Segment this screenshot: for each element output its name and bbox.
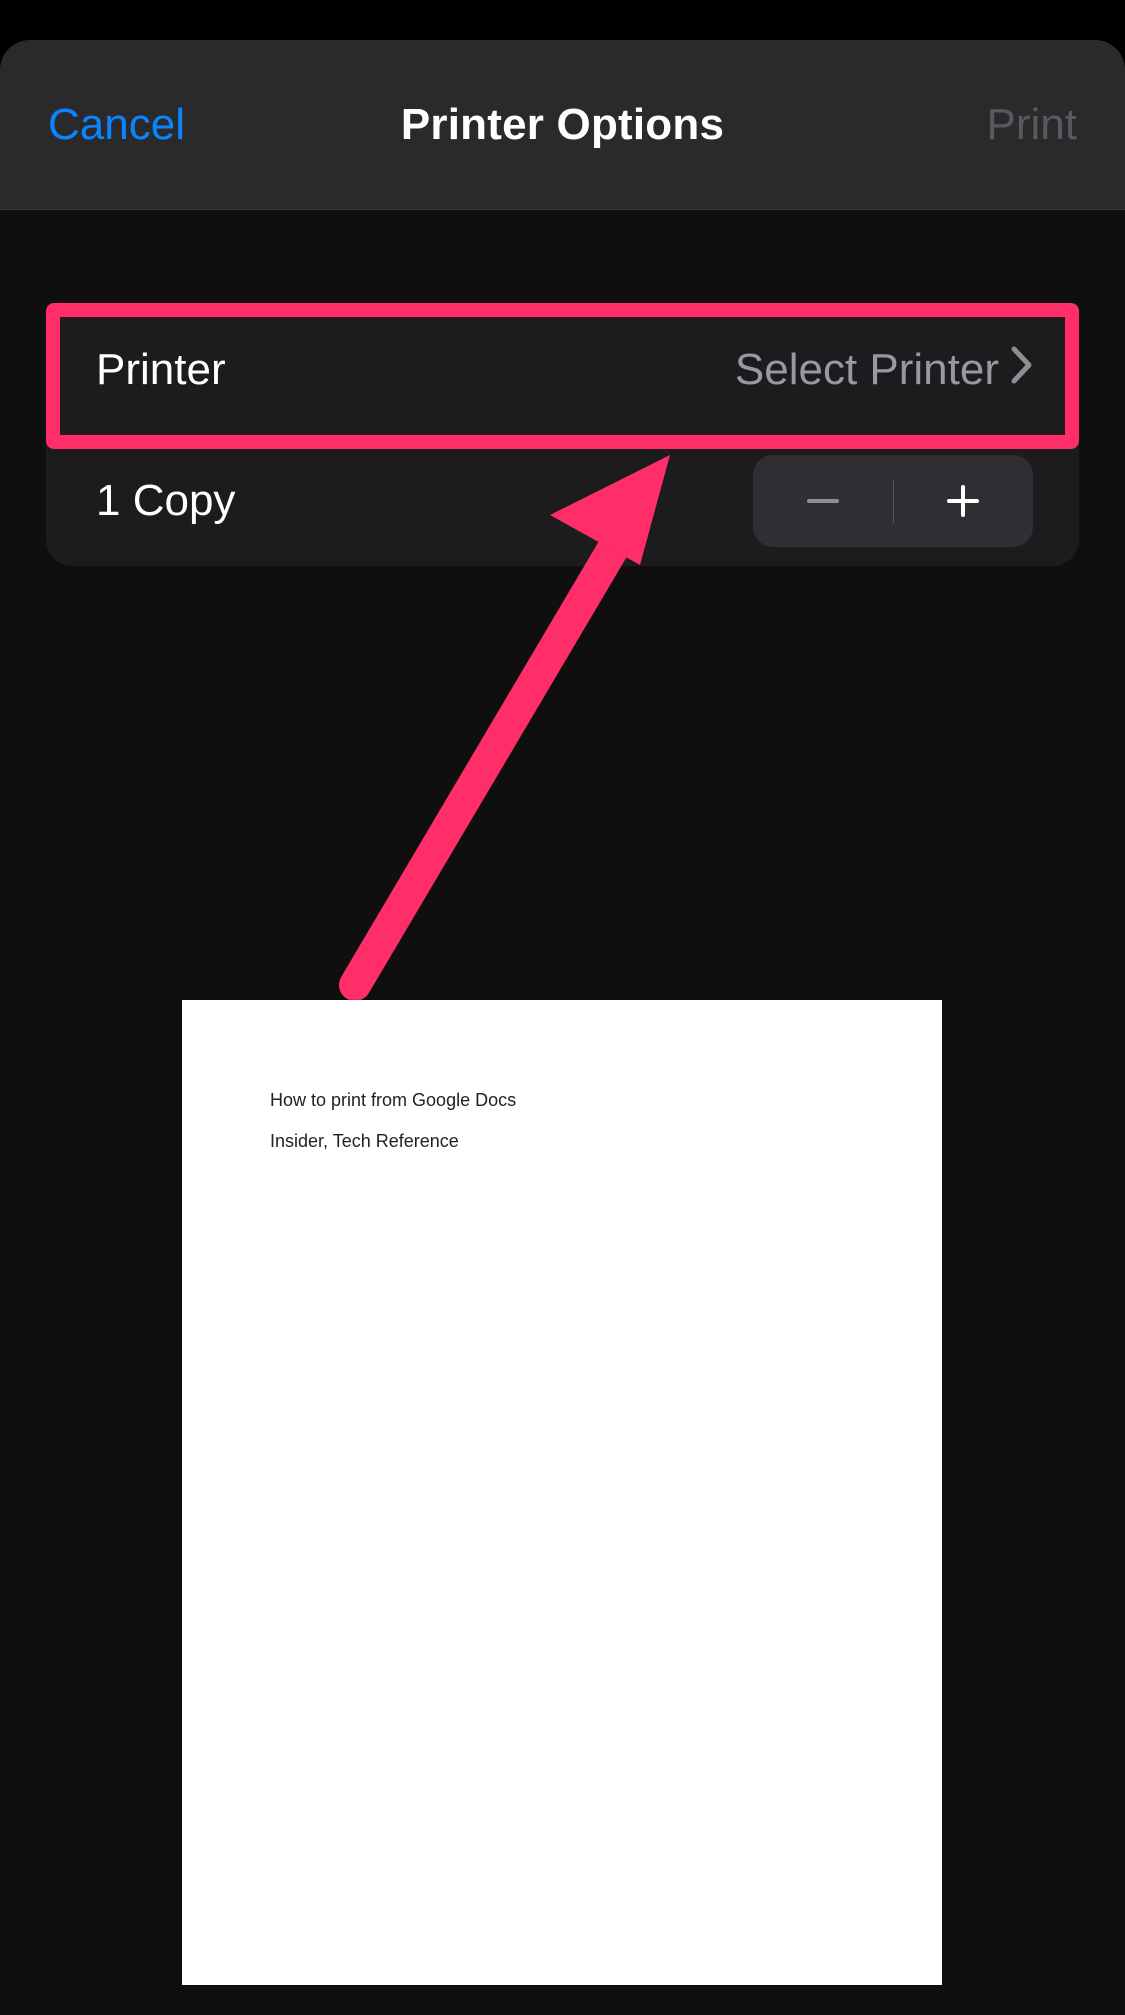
options-group: Printer Select Printer 1 Copy bbox=[46, 305, 1079, 566]
printer-row[interactable]: Printer Select Printer bbox=[46, 305, 1079, 435]
printer-value-text: Select Printer bbox=[735, 345, 999, 395]
print-preview: How to print from Google Docs Insider, T… bbox=[182, 1000, 942, 2015]
copies-row: 1 Copy bbox=[46, 436, 1079, 566]
preview-page[interactable]: How to print from Google Docs Insider, T… bbox=[182, 1000, 942, 1985]
print-options-sheet: Cancel Printer Options Print Printer Sel… bbox=[0, 40, 1125, 2015]
cancel-button[interactable]: Cancel bbox=[48, 100, 185, 150]
copies-stepper bbox=[753, 455, 1033, 547]
preview-doc-subtitle: Insider, Tech Reference bbox=[270, 1131, 854, 1152]
print-button[interactable]: Print bbox=[987, 100, 1077, 150]
printer-row-value: Select Printer bbox=[735, 345, 1033, 395]
copies-decrement-button[interactable] bbox=[753, 455, 893, 547]
options-content: Printer Select Printer 1 Copy bbox=[0, 305, 1125, 566]
chevron-right-icon bbox=[1011, 345, 1033, 395]
preview-doc-title: How to print from Google Docs bbox=[270, 1090, 854, 1111]
minus-icon bbox=[805, 483, 841, 519]
copies-row-label: 1 Copy bbox=[96, 476, 235, 526]
navbar: Cancel Printer Options Print bbox=[0, 40, 1125, 210]
plus-icon bbox=[945, 483, 981, 519]
printer-row-label: Printer bbox=[96, 345, 226, 395]
page-title: Printer Options bbox=[401, 100, 724, 150]
copies-increment-button[interactable] bbox=[894, 455, 1034, 547]
